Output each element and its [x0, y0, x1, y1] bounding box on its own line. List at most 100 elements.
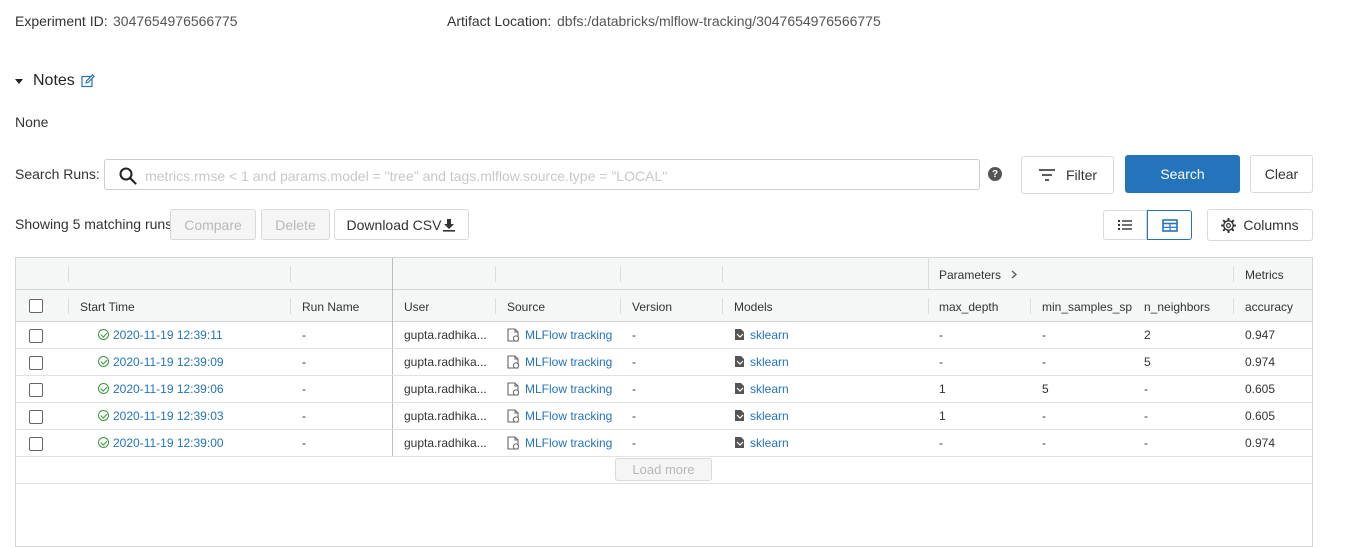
min-samples-split-cell: -	[1042, 328, 1046, 342]
source-link[interactable]: MLFlow tracking	[525, 409, 612, 423]
source-link[interactable]: MLFlow tracking	[525, 382, 612, 396]
model-link[interactable]: sklearn	[750, 409, 789, 423]
column-header-min-samples-split[interactable]: min_samples_split	[1042, 300, 1132, 314]
start-time-cell[interactable]: 2020-11-19 12:39:03	[98, 409, 224, 423]
parameters-group-header[interactable]: Parameters	[939, 268, 1018, 282]
model-link[interactable]: sklearn	[750, 436, 789, 450]
start-time-cell[interactable]: 2020-11-19 12:39:09	[98, 355, 224, 369]
version-cell: -	[632, 382, 636, 396]
table-row[interactable]: 2020-11-19 12:39:11 MLFlow tracking sklear…	[16, 322, 1312, 349]
source-link[interactable]: MLFlow tracking	[525, 355, 612, 369]
column-header-models[interactable]: Models	[734, 300, 773, 314]
search-input[interactable]	[143, 165, 977, 187]
download-csv-button[interactable]: Download CSV	[334, 209, 469, 240]
model-link[interactable]: sklearn	[750, 382, 789, 396]
clear-button[interactable]: Clear	[1250, 155, 1313, 193]
chevron-right-icon[interactable]	[1010, 270, 1018, 279]
edit-icon[interactable]	[81, 74, 95, 88]
start-time-link[interactable]: 2020-11-19 12:39:03	[113, 409, 224, 423]
source-cell[interactable]: MLFlow tracking	[507, 328, 612, 342]
model-icon	[735, 356, 744, 367]
source-cell[interactable]: MLFlow tracking	[507, 409, 612, 423]
search-button[interactable]: Search	[1125, 155, 1240, 193]
model-link[interactable]: sklearn	[750, 355, 789, 369]
table-view-button[interactable]	[1147, 210, 1192, 240]
source-link[interactable]: MLFlow tracking	[525, 328, 612, 342]
notes-header[interactable]: Notes	[15, 71, 95, 91]
delete-button[interactable]: Delete	[261, 209, 330, 240]
model-cell[interactable]: sklearn	[734, 355, 789, 369]
n-neighbors-cell: -	[1144, 409, 1148, 423]
notebook-icon	[507, 382, 520, 396]
source-cell[interactable]: MLFlow tracking	[507, 382, 612, 396]
run-name-cell: -	[302, 409, 306, 423]
table-row[interactable]: 2020-11-19 12:39:03 MLFlow tracking sklear…	[16, 403, 1312, 430]
max-depth-cell: -	[939, 355, 943, 369]
column-header-max-depth[interactable]: max_depth	[939, 300, 998, 314]
model-icon	[735, 329, 744, 340]
n-neighbors-cell: 5	[1144, 355, 1151, 369]
model-cell[interactable]: sklearn	[734, 328, 789, 342]
start-time-link[interactable]: 2020-11-19 12:39:11	[113, 328, 223, 342]
filter-button[interactable]: Filter	[1021, 156, 1114, 194]
start-time-link[interactable]: 2020-11-19 12:39:00	[113, 436, 224, 450]
n-neighbors-cell: -	[1144, 382, 1148, 396]
source-cell[interactable]: MLFlow tracking	[507, 355, 612, 369]
notebook-icon	[507, 328, 520, 342]
start-time-link[interactable]: 2020-11-19 12:39:09	[113, 355, 224, 369]
column-header-user[interactable]: User	[404, 300, 429, 314]
column-header-start-time[interactable]: Start Time	[80, 300, 135, 314]
source-cell[interactable]: MLFlow tracking	[507, 436, 612, 450]
runs-table: Parameters Metrics Start Time Run Name U…	[15, 257, 1313, 547]
user-cell: gupta.radhika...	[404, 409, 487, 423]
caret-down-icon[interactable]	[15, 78, 23, 84]
row-checkbox[interactable]	[29, 356, 43, 370]
model-icon	[735, 383, 744, 394]
row-checkbox[interactable]	[29, 383, 43, 397]
start-time-cell[interactable]: 2020-11-19 12:39:00	[98, 436, 224, 450]
row-checkbox[interactable]	[29, 437, 43, 451]
compare-button[interactable]: Compare	[170, 209, 256, 240]
row-checkbox[interactable]	[29, 410, 43, 424]
help-icon[interactable]: ?	[988, 167, 1002, 181]
load-more-button[interactable]: Load more	[615, 458, 712, 481]
search-box[interactable]	[104, 159, 980, 190]
start-time-cell[interactable]: 2020-11-19 12:39:06	[98, 382, 224, 396]
check-circle-icon	[98, 383, 109, 394]
check-circle-icon	[98, 410, 109, 421]
accuracy-cell: 0.605	[1245, 409, 1276, 423]
column-header-accuracy[interactable]: accuracy	[1245, 300, 1293, 314]
row-checkbox[interactable]	[29, 329, 43, 343]
run-name-cell: -	[302, 382, 306, 396]
column-header-run-name[interactable]: Run Name	[302, 300, 359, 314]
source-link[interactable]: MLFlow tracking	[525, 436, 612, 450]
model-cell[interactable]: sklearn	[734, 436, 789, 450]
filter-icon	[1038, 169, 1055, 181]
experiment-id-value: 3047654976566775	[113, 13, 238, 29]
columns-button-label: Columns	[1243, 217, 1299, 233]
start-time-cell[interactable]: 2020-11-19 12:39:11	[98, 328, 223, 342]
model-cell[interactable]: sklearn	[734, 382, 789, 396]
user-cell: gupta.radhika...	[404, 328, 487, 342]
column-header-source[interactable]: Source	[507, 300, 545, 314]
user-cell: gupta.radhika...	[404, 355, 487, 369]
list-view-button[interactable]	[1103, 210, 1147, 240]
artifact-location-label: Artifact Location:	[447, 13, 552, 29]
table-row[interactable]: 2020-11-19 12:39:00 MLFlow tracking sklear…	[16, 430, 1312, 457]
accuracy-cell: 0.947	[1245, 328, 1276, 342]
max-depth-cell: -	[939, 436, 943, 450]
column-header-version[interactable]: Version	[632, 300, 672, 314]
columns-button[interactable]: Columns	[1207, 209, 1313, 241]
table-row[interactable]: 2020-11-19 12:39:06 MLFlow tracking sklear…	[16, 376, 1312, 403]
model-cell[interactable]: sklearn	[734, 409, 789, 423]
user-cell: gupta.radhika...	[404, 436, 487, 450]
model-link[interactable]: sklearn	[750, 328, 789, 342]
table-row[interactable]: 2020-11-19 12:39:09 MLFlow tracking sklear…	[16, 349, 1312, 376]
check-circle-icon	[98, 329, 109, 340]
start-time-link[interactable]: 2020-11-19 12:39:06	[113, 382, 224, 396]
artifact-location-value: dbfs:/databricks/mlflow-tracking/3047654…	[557, 13, 881, 29]
experiment-id-label: Experiment ID:	[15, 13, 108, 29]
list-view-icon	[1118, 220, 1132, 230]
column-header-n-neighbors[interactable]: n_neighbors	[1144, 300, 1210, 314]
select-all-checkbox[interactable]	[29, 299, 43, 313]
